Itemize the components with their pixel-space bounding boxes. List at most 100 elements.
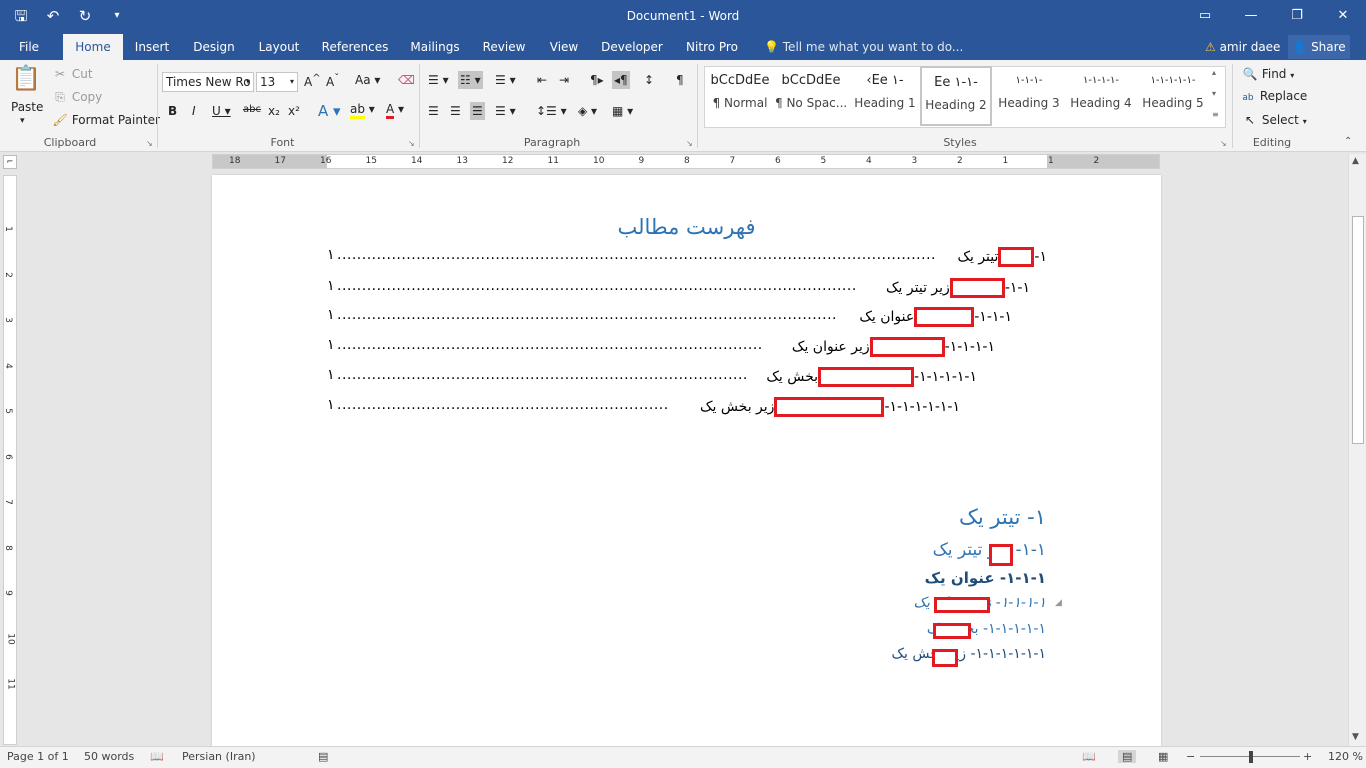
decrease-indent-icon[interactable]: ⇤	[537, 73, 547, 87]
zoom-in-icon[interactable]: +	[1303, 750, 1312, 763]
ltr-direction-icon[interactable]: ¶▸	[590, 73, 604, 87]
toc-entry[interactable]: ١ ......................................…	[327, 307, 1047, 329]
cut-button[interactable]: ✂ Cut	[52, 66, 93, 82]
tab-design[interactable]: Design	[188, 34, 240, 60]
web-layout-icon[interactable]: ▦	[1158, 750, 1168, 763]
rtl-direction-icon[interactable]: ◂¶	[612, 71, 630, 89]
grow-font-icon[interactable]: A^	[304, 73, 321, 89]
vertical-ruler[interactable]: 1 2 3 4 5 6 7 8 9 10 11	[3, 175, 17, 745]
style-normal[interactable]: bCcDdEe ¶ Normal	[704, 66, 776, 126]
style-heading-3[interactable]: ١-١-١- Heading 3	[993, 66, 1065, 126]
select-button[interactable]: ↖ Select ▾	[1242, 112, 1307, 128]
italic-icon[interactable]: I	[192, 104, 196, 118]
tab-review[interactable]: Review	[478, 34, 530, 60]
styles-more-icon[interactable]: ≡	[1212, 110, 1219, 119]
ribbon-display-options-icon[interactable]: ▭	[1182, 0, 1228, 32]
zoom-out-icon[interactable]: −	[1186, 750, 1195, 763]
superscript-icon[interactable]: x²	[288, 104, 300, 118]
heading-6[interactable]: ١-١-١-١-١-١- زیر بخش یک	[892, 646, 1047, 662]
tab-mailings[interactable]: Mailings	[404, 34, 466, 60]
style-heading-1[interactable]: ‹Ee ١- Heading 1	[849, 66, 921, 126]
paste-button[interactable]: Paste	[11, 100, 43, 114]
style-heading-5[interactable]: ١-١-١-١-١- Heading 5	[1137, 66, 1209, 126]
tab-references[interactable]: References	[318, 34, 392, 60]
replace-button[interactable]: ab Replace	[1240, 89, 1307, 106]
style-heading-2[interactable]: Ee ١-١- Heading 2	[920, 66, 992, 126]
tab-developer[interactable]: Developer	[598, 34, 666, 60]
page-count[interactable]: Page 1 of 1	[7, 750, 69, 763]
heading-3[interactable]: ١-١-١- عنوان یک	[925, 569, 1046, 587]
tab-layout[interactable]: Layout	[252, 34, 306, 60]
show-formatting-icon[interactable]: ¶	[676, 73, 684, 87]
sort-icon[interactable]: ↕	[644, 73, 654, 87]
print-layout-icon[interactable]: ▤	[1118, 750, 1137, 763]
toc-entry[interactable]: ١ ......................................…	[327, 278, 1047, 300]
tab-view[interactable]: View	[544, 34, 584, 60]
tab-insert[interactable]: Insert	[130, 34, 174, 60]
proofing-icon[interactable]: 📖	[150, 750, 164, 763]
restore-icon[interactable]: ❐	[1274, 0, 1320, 32]
line-spacing-icon[interactable]: ↕☰ ▾	[536, 104, 567, 118]
word-count[interactable]: 50 words	[84, 750, 134, 763]
style-heading-4[interactable]: ١-١-١-١- Heading 4	[1065, 66, 1137, 126]
clear-formatting-icon[interactable]: ⌫	[398, 73, 415, 87]
find-button[interactable]: 🔍 Find ▾	[1242, 66, 1295, 82]
highlight-color-icon[interactable]: ab ▾	[350, 102, 375, 119]
align-left-icon[interactable]: ☰	[428, 104, 439, 118]
font-launcher-icon[interactable]: ↘	[408, 139, 415, 148]
toc-entry[interactable]: ١ ......................................…	[327, 247, 1047, 269]
numbering-icon[interactable]: ☷ ▾	[458, 71, 483, 89]
style-no-spacing[interactable]: bCcDdEe ¶ No Spac...	[775, 66, 847, 126]
shrink-font-icon[interactable]: Aˇ	[326, 73, 339, 89]
format-painter-button[interactable]: 🖌 Format Painter	[52, 112, 160, 128]
scrollbar-thumb[interactable]	[1352, 216, 1364, 444]
minimize-icon[interactable]: —	[1228, 0, 1274, 32]
bold-icon[interactable]: B	[168, 104, 177, 118]
paragraph-launcher-icon[interactable]: ↘	[686, 139, 693, 148]
styles-scroll-down-icon[interactable]: ▾	[1212, 89, 1216, 98]
font-name-input[interactable]: Times New Ro ▾	[162, 72, 254, 92]
zoom-level[interactable]: 120 %	[1328, 750, 1363, 763]
macro-recording-icon[interactable]: ▤	[318, 750, 328, 763]
styles-scroll-up-icon[interactable]: ▴	[1212, 68, 1216, 77]
user-account[interactable]: ⚠ amir daee	[1205, 34, 1280, 60]
toc-entry[interactable]: ١ ......................................…	[327, 367, 1047, 389]
tab-file[interactable]: File	[8, 34, 50, 60]
tell-me-box[interactable]: 💡 Tell me what you want to do...	[764, 34, 963, 60]
tab-nitro-pro[interactable]: Nitro Pro	[680, 34, 744, 60]
font-color-icon[interactable]: A ▾	[386, 102, 404, 119]
increase-indent-icon[interactable]: ⇥	[559, 73, 569, 87]
language-indicator[interactable]: Persian (Iran)	[182, 750, 256, 763]
strikethrough-icon[interactable]: abc	[243, 104, 261, 115]
tab-selector-icon[interactable]: ⌐	[3, 155, 17, 169]
scroll-up-icon[interactable]: ▲	[1352, 156, 1359, 166]
read-mode-icon[interactable]: 📖	[1082, 750, 1096, 763]
scroll-down-icon[interactable]: ▼	[1352, 732, 1359, 742]
toc-entry[interactable]: ١ ......................................…	[327, 397, 1047, 419]
align-center-icon[interactable]: ☰	[450, 104, 461, 118]
font-size-input[interactable]: 13 ▾	[256, 72, 298, 92]
align-right-icon[interactable]: ☰	[470, 102, 485, 120]
toc-entry[interactable]: ١ ......................................…	[327, 337, 1047, 359]
borders-icon[interactable]: ▦ ▾	[612, 104, 633, 118]
share-button[interactable]: 👤 Share	[1288, 35, 1350, 59]
change-case-icon[interactable]: Aa ▾	[355, 73, 380, 87]
vertical-scrollbar[interactable]: ▲ ▼	[1348, 154, 1366, 746]
document-page[interactable]: فهرست مطالب ١ ..........................…	[212, 175, 1161, 750]
underline-icon[interactable]: U ▾	[212, 104, 231, 118]
clipboard-launcher-icon[interactable]: ↘	[146, 139, 153, 148]
bullets-icon[interactable]: ☰ ▾	[428, 73, 449, 87]
zoom-slider-thumb[interactable]	[1249, 751, 1253, 763]
subscript-icon[interactable]: x₂	[268, 104, 280, 118]
shading-icon[interactable]: ◈ ▾	[578, 104, 597, 118]
copy-button[interactable]: ⎘ Copy	[52, 89, 102, 105]
multilevel-list-icon[interactable]: ☰ ▾	[495, 73, 516, 87]
styles-launcher-icon[interactable]: ↘	[1220, 139, 1227, 148]
paste-icon[interactable]: 📋	[10, 64, 42, 94]
heading-1[interactable]: ١- تیتر یک	[959, 505, 1046, 529]
text-effects-icon[interactable]: A ▾	[318, 102, 341, 120]
collapse-heading-icon[interactable]: ◢	[1055, 598, 1062, 608]
tab-home[interactable]: Home	[63, 34, 123, 60]
close-icon[interactable]: ✕	[1320, 0, 1366, 32]
paste-dropdown-icon[interactable]: ▾	[20, 116, 25, 126]
